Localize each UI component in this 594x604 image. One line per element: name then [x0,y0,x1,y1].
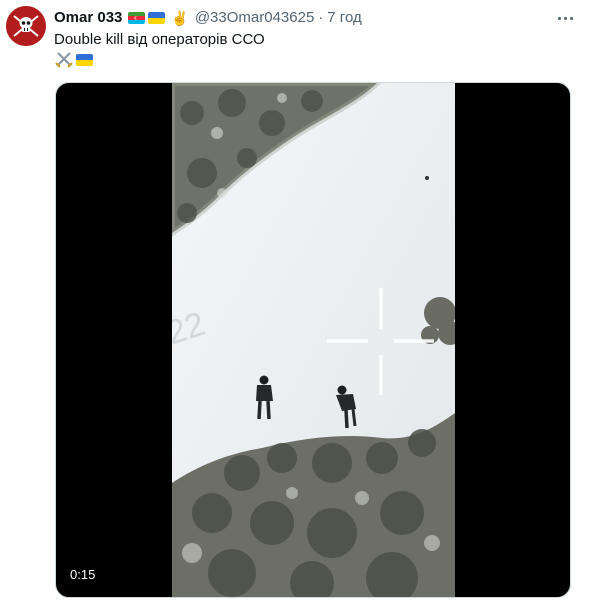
more-dot-icon [563,16,567,20]
more-options-button[interactable] [554,10,576,26]
avatar[interactable] [6,6,46,46]
victory-hand-icon: ✌ [171,10,189,26]
display-name[interactable]: Omar 033 [54,8,122,28]
tweet[interactable]: Omar 033 ✌ @33Omar043625 · 7 год Double … [0,0,594,604]
azerbaijan-flag-icon [128,12,146,24]
tweet-header: Omar 033 ✌ @33Omar043625 · 7 год [54,8,362,28]
video-duration: 0:15 [70,567,96,582]
ukraine-flag-icon [76,54,93,66]
name-icons: ✌ [128,10,189,26]
snow-slope-video-still: 22 [172,83,455,597]
tweet-text: Double kill від операторів ССО [54,31,265,48]
crossed-swords-icon [54,51,74,69]
handle[interactable]: @33Omar043625 [195,8,314,28]
tweet-emoji-line [54,50,93,70]
separator-dot: · [318,9,324,26]
timestamp[interactable]: 7 год [327,8,361,28]
ukraine-flag-icon [148,12,166,24]
more-dot-icon [557,16,561,20]
skull-crossed-swords-icon [6,6,46,46]
more-dot-icon [569,16,573,20]
video-frame[interactable]: 22 [172,83,455,597]
video-player[interactable]: 22 0:15 [55,82,571,598]
